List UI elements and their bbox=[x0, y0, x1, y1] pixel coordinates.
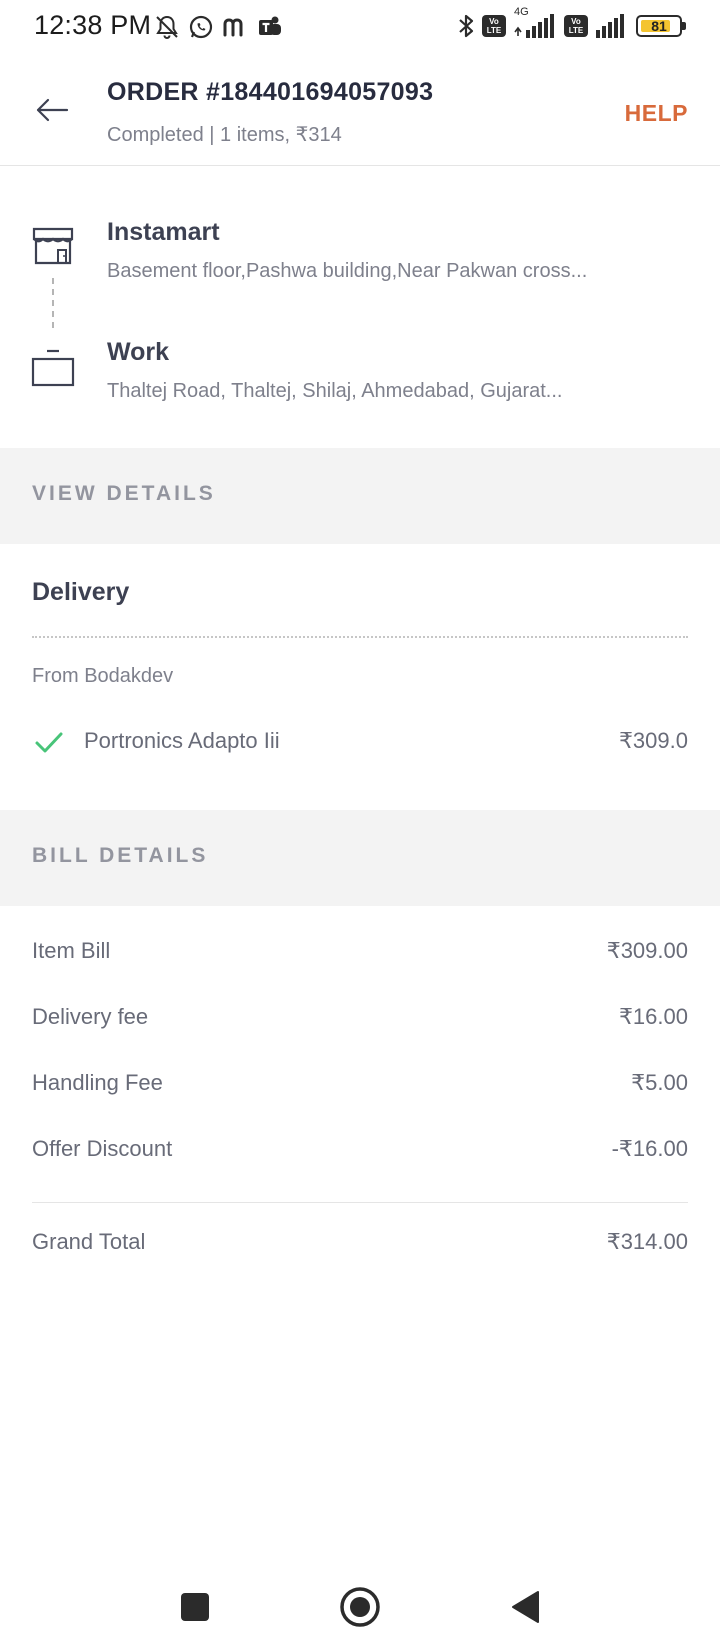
volte-icon: Vo LTE bbox=[564, 15, 588, 37]
briefcase-icon bbox=[31, 349, 75, 387]
order-summary: Completed | 1 items, ₹314 bbox=[107, 124, 342, 146]
help-button[interactable]: HELP bbox=[625, 100, 688, 127]
bill-value: -₹16.00 bbox=[611, 1136, 688, 1161]
square-icon bbox=[181, 1593, 209, 1621]
route-connector bbox=[52, 278, 54, 328]
arrow-left-icon bbox=[36, 98, 69, 122]
bill-row-grand-total: Grand Total ₹314.00 bbox=[32, 1229, 688, 1263]
triangle-back-icon bbox=[512, 1591, 539, 1623]
divider bbox=[32, 636, 688, 638]
list-item: Portronics Adapto Iii ₹309.0 bbox=[32, 724, 688, 760]
bell-off-icon bbox=[154, 14, 180, 40]
order-header: ORDER #184401694057093 Completed | 1 ite… bbox=[0, 54, 720, 166]
signal-icon bbox=[594, 12, 630, 40]
battery-icon: 81 bbox=[636, 15, 686, 37]
status-time: 12:38 PM bbox=[34, 10, 152, 40]
back-button[interactable] bbox=[30, 88, 74, 132]
bill-value: ₹309.00 bbox=[606, 938, 688, 963]
item-name: Portronics Adapto Iii bbox=[84, 728, 280, 753]
bill-row-item-bill: Item Bill ₹309.00 bbox=[32, 938, 688, 972]
bill-row-offer-discount: Offer Discount -₹16.00 bbox=[32, 1136, 688, 1170]
teams-icon bbox=[256, 13, 284, 41]
home-button[interactable] bbox=[335, 1582, 385, 1632]
delivery-title: Delivery bbox=[32, 578, 130, 606]
status-notification-icons bbox=[154, 12, 284, 42]
bill-row-handling-fee: Handling Fee ₹5.00 bbox=[32, 1070, 688, 1104]
network-type-label: 4G bbox=[514, 6, 529, 18]
grand-total-value: ₹314.00 bbox=[606, 1229, 688, 1254]
circle-home-icon bbox=[340, 1587, 380, 1627]
status-system-icons: Vo LTE 4G Vo LTE 81 bbox=[456, 6, 686, 42]
volte-icon: Vo LTE bbox=[482, 15, 506, 37]
store-location-label: From Bodakdev bbox=[32, 665, 174, 687]
pickup-address-line: Basement floor,Pashwa building,Near Pakw… bbox=[107, 260, 588, 282]
status-bar: 12:38 PM Vo LTE 4G Vo LTE 81 bbox=[0, 0, 720, 54]
bluetooth-icon bbox=[456, 12, 476, 40]
whatsapp-icon bbox=[188, 14, 214, 40]
system-nav-bar bbox=[0, 1560, 720, 1650]
view-details-label: VIEW DETAILS bbox=[32, 482, 216, 505]
back-nav-button[interactable] bbox=[500, 1582, 550, 1632]
store-icon bbox=[32, 227, 74, 265]
item-price: ₹309.0 bbox=[618, 728, 688, 753]
battery-level: 81 bbox=[651, 18, 667, 34]
check-icon bbox=[35, 732, 63, 753]
bill-label: Item Bill bbox=[32, 938, 111, 963]
divider bbox=[32, 1202, 688, 1203]
view-details-button[interactable]: VIEW DETAILS bbox=[0, 448, 720, 544]
bill-label: Handling Fee bbox=[32, 1070, 163, 1095]
bill-details-header: BILL DETAILS bbox=[0, 810, 720, 906]
m-app-icon bbox=[222, 14, 248, 40]
dropoff-name: Work bbox=[107, 338, 170, 366]
bill-details-label: BILL DETAILS bbox=[32, 844, 209, 867]
bill-label: Delivery fee bbox=[32, 1004, 149, 1029]
recents-button[interactable] bbox=[170, 1582, 220, 1632]
bill-row-delivery-fee: Delivery fee ₹16.00 bbox=[32, 1004, 688, 1038]
grand-total-label: Grand Total bbox=[32, 1229, 146, 1254]
pickup-name: Instamart bbox=[107, 218, 220, 246]
signal-icon: 4G bbox=[512, 6, 558, 40]
bill-value: ₹16.00 bbox=[618, 1004, 688, 1029]
bill-value: ₹5.00 bbox=[631, 1070, 688, 1095]
order-title: ORDER #184401694057093 bbox=[107, 78, 434, 106]
dropoff-address-line: Thaltej Road, Thaltej, Shilaj, Ahmedabad… bbox=[107, 380, 563, 402]
bill-label: Offer Discount bbox=[32, 1136, 173, 1161]
